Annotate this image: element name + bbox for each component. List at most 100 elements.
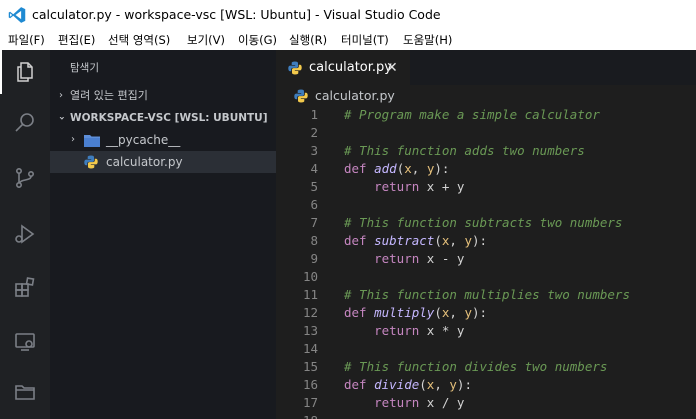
breadcrumb-file[interactable]: calculator.py: [315, 85, 395, 107]
line-number: 9: [310, 251, 318, 266]
line-number: 14: [302, 341, 318, 356]
code-line[interactable]: 3 # This function adds two numbers: [276, 142, 696, 160]
code-token-comment: # This function divides two numbers: [344, 359, 608, 374]
code-token-param: y: [464, 233, 472, 248]
code-line[interactable]: 16 def divide(x, y):: [276, 376, 696, 394]
explorer-sidebar: 탐색기 › 열려 있는 편집기 › WORKSPACE-VSC [WSL: UB…: [50, 50, 276, 419]
activity-remote-explorer[interactable]: [0, 320, 50, 364]
menu-terminal[interactable]: 터미널(T): [341, 30, 389, 50]
chevron-right-icon: ›: [59, 90, 63, 101]
code-token-keyword: return: [374, 179, 420, 194]
code-editor[interactable]: 1 # Program make a simple calculator 2 3 # T…: [276, 106, 696, 419]
search-icon: [15, 113, 34, 132]
line-number: 18: [276, 412, 318, 419]
tab-label: calculator.py: [309, 60, 392, 75]
code-line[interactable]: 9 return x - y: [276, 250, 696, 268]
tree-item-calculator[interactable]: calculator.py: [50, 151, 276, 173]
code-token-comment: # This function multiplies two numbers: [344, 287, 630, 302]
window-title: calculator.py - workspace-vsc [WSL: Ubun…: [32, 7, 441, 22]
tree-item-pycache[interactable]: › __pycache__: [50, 129, 276, 151]
activity-extensions[interactable]: [0, 266, 50, 310]
workspace-section[interactable]: › WORKSPACE-VSC [WSL: UBUNTU]: [50, 107, 276, 129]
code-line[interactable]: 8 def subtract(x, y):: [276, 232, 696, 250]
line-number: 2: [310, 125, 318, 140]
vscode-logo-icon: [8, 7, 26, 23]
line-source: # This function divides two numbers: [344, 358, 607, 376]
folder-icon: [84, 135, 100, 147]
code-token-plain: ):: [456, 377, 472, 392]
menu-view[interactable]: 보기(V): [187, 30, 225, 50]
menu-selection[interactable]: 선택 영역(S): [108, 30, 170, 50]
code-token-comment: # This function adds two numbers: [344, 143, 585, 158]
line-number: 1: [310, 107, 318, 122]
code-line[interactable]: 1 # Program make a simple calculator: [276, 106, 696, 124]
code-token-keyword: def: [344, 161, 375, 176]
extensions-icon: [15, 277, 35, 297]
code-token-plain: ,: [449, 233, 465, 248]
line-source: def divide(x, y):: [344, 376, 472, 394]
open-editors-section[interactable]: › 열려 있는 편집기: [50, 85, 276, 107]
code-token-function: divide: [374, 377, 420, 392]
run-debug-icon: [15, 224, 35, 244]
code-token-plain: (: [419, 377, 427, 392]
sidebar-title: 탐색기: [70, 62, 99, 74]
activity-run-debug[interactable]: [0, 212, 50, 256]
menu-edit[interactable]: 편집(E): [58, 30, 95, 50]
title-bar: calculator.py - workspace-vsc [WSL: Ubun…: [0, 0, 696, 30]
tab-calculator[interactable]: calculator.py ✕: [276, 50, 410, 85]
menu-file[interactable]: 파일(F): [8, 30, 45, 50]
code-token-param: y: [464, 305, 472, 320]
line-source: # Program make a simple calculator: [344, 106, 600, 124]
breadcrumb: calculator.py: [276, 85, 696, 107]
line-source: return x - y: [344, 250, 464, 268]
code-token-plain: (: [434, 233, 442, 248]
tree-item-label: __pycache__: [106, 133, 181, 147]
code-line[interactable]: 13 return x * y: [276, 322, 696, 340]
code-token-param: x: [404, 161, 412, 176]
code-line[interactable]: 4 def add(x, y):: [276, 160, 696, 178]
code-token-plain: ,: [434, 377, 450, 392]
code-line[interactable]: 6: [276, 196, 696, 214]
code-line[interactable]: 7 # This function subtracts two numbers: [276, 214, 696, 232]
line-source: # This function adds two numbers: [344, 142, 585, 160]
line-number: 12: [302, 305, 318, 320]
code-token-keyword: return: [374, 395, 420, 410]
python-icon: [84, 155, 98, 169]
chevron-down-icon: ›: [56, 115, 67, 121]
code-token-function: add: [374, 161, 397, 176]
chevron-right-icon: ›: [71, 134, 75, 145]
line-number: 3: [310, 143, 318, 158]
code-line[interactable]: 14: [276, 340, 696, 358]
python-icon: [294, 89, 308, 103]
code-token-plain: ):: [471, 305, 488, 320]
line-number: 16: [302, 377, 318, 392]
code-line[interactable]: 12 def multiply(x, y):: [276, 304, 696, 322]
activity-search[interactable]: [0, 100, 50, 144]
code-line[interactable]: 17 return x / y: [276, 394, 696, 412]
code-line[interactable]: 10: [276, 268, 696, 286]
code-token-keyword: return: [374, 323, 420, 338]
menu-help[interactable]: 도움말(H): [403, 30, 452, 50]
code-line[interactable]: 11 # This function multiplies two numbers: [276, 286, 696, 304]
code-line[interactable]: 5 return x + y: [276, 178, 696, 196]
code-token-plain: ):: [434, 161, 450, 176]
code-token-plain: (: [434, 305, 442, 320]
activity-source-control[interactable]: [0, 156, 50, 200]
editor-area: calculator.py ✕ calculator.py 1 # Program…: [276, 50, 696, 419]
menu-go[interactable]: 이동(G): [238, 30, 277, 50]
line-number: 13: [302, 323, 318, 338]
code-line[interactable]: 15 # This function divides two numbers: [276, 358, 696, 376]
close-icon[interactable]: ✕: [386, 51, 398, 85]
code-line[interactable]: 18: [276, 412, 696, 419]
code-token-comment: # Program make a simple calculator: [344, 107, 600, 122]
menu-run[interactable]: 실행(R): [289, 30, 327, 50]
line-number: 5: [310, 179, 318, 194]
activity-folder[interactable]: [0, 370, 50, 414]
code-token-plain: x / y: [419, 395, 465, 410]
code-line[interactable]: 2: [276, 124, 696, 142]
code-token-function: subtract: [374, 233, 435, 248]
code-token-keyword: return: [374, 251, 420, 266]
activity-explorer[interactable]: [0, 50, 50, 94]
line-number: 4: [310, 161, 318, 176]
